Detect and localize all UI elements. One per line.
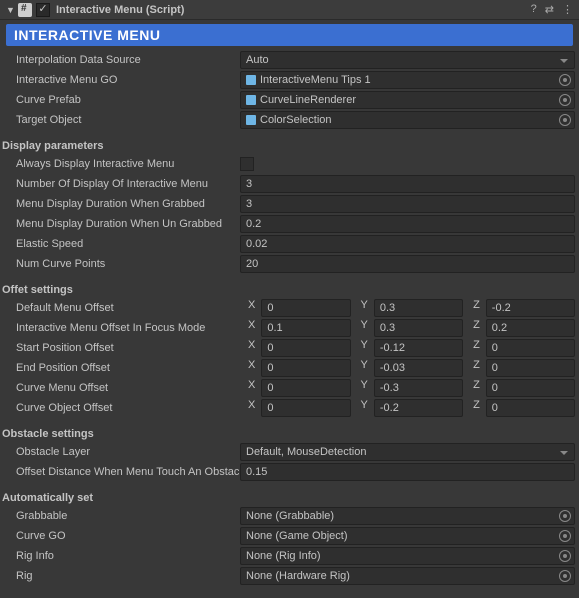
help-icon[interactable]: ?	[531, 3, 537, 16]
object-picker-icon[interactable]	[559, 114, 571, 126]
z-input[interactable]: 0.2	[486, 319, 575, 337]
section-title: Offet settings	[2, 284, 575, 296]
prefab-icon	[246, 95, 256, 105]
x-input[interactable]: 0.1	[261, 319, 350, 337]
start-position-offset: Start Position Offset X0 Y-0.12 Z0	[16, 338, 575, 358]
label: Rig	[16, 570, 240, 582]
prefab-icon	[246, 75, 256, 85]
object-picker-icon[interactable]	[559, 530, 571, 542]
x-input[interactable]: 0	[261, 339, 350, 357]
curve-go-field[interactable]: None (Game Object)	[240, 527, 575, 545]
label: Target Object	[16, 114, 240, 126]
interpolation-dropdown[interactable]: Auto	[240, 51, 575, 69]
curve-object-offset: Curve Object Offset X0 Y-0.2 Z0	[16, 398, 575, 418]
grabbable-field[interactable]: None (Grabbable)	[240, 507, 575, 525]
focus-mode-offset: Interactive Menu Offset In Focus Mode X0…	[16, 318, 575, 338]
y-input[interactable]: -0.3	[374, 379, 463, 397]
elastic-speed-input[interactable]: 0.02	[240, 235, 575, 253]
object-picker-icon[interactable]	[559, 510, 571, 522]
label: Curve GO	[16, 530, 240, 542]
section-title: Automatically set	[2, 492, 575, 504]
rig-field[interactable]: None (Hardware Rig)	[240, 567, 575, 585]
label: Obstacle Layer	[16, 446, 240, 458]
component-header[interactable]: ▼ Interactive Menu (Script) ? ⇄ ⋮	[0, 0, 579, 20]
y-input[interactable]: 0.3	[374, 299, 463, 317]
offset-distance-input[interactable]: 0.15	[240, 463, 575, 481]
title-banner: INTERACTIVE MENU	[6, 24, 573, 46]
label: Curve Prefab	[16, 94, 240, 106]
object-picker-icon[interactable]	[559, 94, 571, 106]
num-curve-points-input[interactable]: 20	[240, 255, 575, 273]
label: Elastic Speed	[16, 238, 240, 250]
z-input[interactable]: 0	[486, 359, 575, 377]
inspector-panel: ▼ Interactive Menu (Script) ? ⇄ ⋮ INTERA…	[0, 0, 579, 592]
label: Interactive Menu GO	[16, 74, 240, 86]
label: Always Display Interactive Menu	[16, 158, 240, 170]
y-input[interactable]: -0.03	[374, 359, 463, 377]
end-position-offset: End Position Offset X0 Y-0.03 Z0	[16, 358, 575, 378]
label: Interpolation Data Source	[16, 54, 240, 66]
z-input[interactable]: 0	[486, 339, 575, 357]
curve-menu-offset: Curve Menu Offset X0 Y-0.3 Z0	[16, 378, 575, 398]
label: Num Curve Points	[16, 258, 240, 270]
x-input[interactable]: 0	[261, 399, 350, 417]
object-picker-icon[interactable]	[559, 570, 571, 582]
x-input[interactable]: 0	[261, 359, 350, 377]
x-input[interactable]: 0	[261, 379, 350, 397]
target-object-field[interactable]: ColorSelection	[240, 111, 575, 129]
label: Rig Info	[16, 550, 240, 562]
y-input[interactable]: -0.12	[374, 339, 463, 357]
obstacle-layer-dropdown[interactable]: Default, MouseDetection	[240, 443, 575, 461]
object-picker-icon[interactable]	[559, 550, 571, 562]
default-menu-offset: Default Menu Offset X0 Y0.3 Z-0.2	[16, 298, 575, 318]
section-title: Display parameters	[2, 140, 575, 152]
menu-icon[interactable]: ⋮	[562, 3, 573, 16]
prefab-icon	[246, 115, 256, 125]
enable-checkbox[interactable]	[36, 3, 50, 17]
label: Grabbable	[16, 510, 240, 522]
label: Offset Distance When Menu Touch An Obsta…	[16, 466, 240, 478]
interactive-menu-go-field[interactable]: InteractiveMenu Tips 1	[240, 71, 575, 89]
always-display-checkbox[interactable]	[240, 157, 254, 171]
z-input[interactable]: 0	[486, 399, 575, 417]
y-input[interactable]: -0.2	[374, 399, 463, 417]
object-picker-icon[interactable]	[559, 74, 571, 86]
label: Menu Display Duration When Grabbed	[16, 198, 240, 210]
label: Menu Display Duration When Un Grabbed	[16, 218, 240, 230]
label: Number Of Display Of Interactive Menu	[16, 178, 240, 190]
component-title: Interactive Menu (Script)	[56, 4, 531, 16]
num-display-input[interactable]: 3	[240, 175, 575, 193]
y-input[interactable]: 0.3	[374, 319, 463, 337]
duration-grabbed-input[interactable]: 3	[240, 195, 575, 213]
preset-icon[interactable]: ⇄	[545, 3, 554, 16]
rig-info-field[interactable]: None (Rig Info)	[240, 547, 575, 565]
x-input[interactable]: 0	[261, 299, 350, 317]
curve-prefab-field[interactable]: CurveLineRenderer	[240, 91, 575, 109]
z-input[interactable]: -0.2	[486, 299, 575, 317]
script-icon	[18, 3, 32, 17]
section-title: Obstacle settings	[2, 428, 575, 440]
duration-ungrabbed-input[interactable]: 0.2	[240, 215, 575, 233]
foldout-icon[interactable]: ▼	[6, 5, 16, 15]
z-input[interactable]: 0	[486, 379, 575, 397]
